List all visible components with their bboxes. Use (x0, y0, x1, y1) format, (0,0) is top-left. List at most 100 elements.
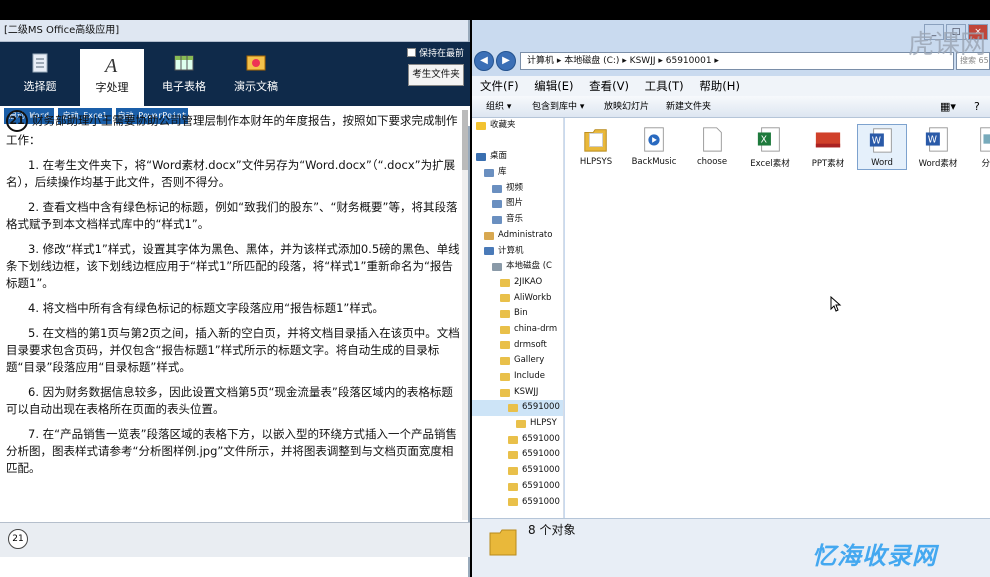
help-icon[interactable]: ? (974, 96, 980, 118)
slideshow-button[interactable]: 放映幻灯片 (604, 96, 649, 118)
back-arrow-icon: ◀ (480, 55, 488, 66)
tree-item[interactable]: 收藏夹 (472, 118, 563, 134)
folder-icon (508, 482, 518, 491)
svg-text:W: W (872, 136, 881, 147)
tree-item-label: KSWJJ (514, 386, 539, 397)
menu-help[interactable]: 帮助(H) (699, 79, 740, 93)
tree-item[interactable]: AliWorkb (472, 291, 563, 307)
tree-item[interactable]: 6591000 (472, 447, 563, 463)
tree-item[interactable]: 视频 (472, 181, 563, 197)
back-button[interactable]: ◀ (474, 51, 494, 71)
file-list[interactable]: HLPSYS BackMusic choose X Excel素材 PPT素材 W Word W… (565, 118, 990, 518)
tree-item[interactable] (472, 134, 563, 150)
tree-item[interactable]: 6591000 (472, 479, 563, 495)
lib-icon (492, 184, 502, 193)
tree-item[interactable]: KSWJJ (472, 385, 563, 401)
lib-icon (484, 168, 494, 177)
tree-item[interactable]: 库 (472, 165, 563, 181)
tree-item[interactable]: drmsoft (472, 338, 563, 354)
excel-file-icon: X (757, 127, 780, 152)
tree-item[interactable]: 6591000 (472, 432, 563, 448)
view-options-icon[interactable]: ▦▾ (940, 96, 956, 118)
word-file-icon: W (925, 127, 948, 152)
menu-file[interactable]: 文件(F) (480, 79, 519, 93)
folder-icon (508, 498, 518, 507)
question-scrollbar[interactable] (462, 110, 468, 520)
file-item[interactable]: 分析 (965, 124, 990, 170)
tree-item-label: 视频 (506, 182, 524, 193)
keep-on-top[interactable]: 保持在最前 (406, 46, 464, 59)
user-icon (484, 231, 494, 240)
tree-item[interactable]: china-drm (472, 322, 563, 338)
tree-item[interactable]: HLPSY (472, 416, 563, 432)
svg-text:W: W (928, 135, 937, 146)
file-item[interactable]: choose (687, 124, 737, 170)
tree-item[interactable]: 6591000 (472, 400, 563, 417)
file-item-label: Word (871, 158, 893, 168)
spreadsheet-icon (174, 55, 194, 71)
tree-item[interactable]: 图片 (472, 196, 563, 212)
tree-item[interactable]: 2JIKAO (472, 275, 563, 291)
question-intro-paragraph: 21 财务部助理小王需要协助公司管理层制作本财年的年度报告，按照如下要求完成制作工… (6, 110, 462, 149)
file-item-label: 分析 (981, 159, 990, 169)
image-file-icon (980, 127, 990, 152)
tree-item-label: 音乐 (506, 214, 524, 225)
exam-nav-bar: 选择题 A 字处理 电子表格 演示文稿 保持在最前 考生文件夹 (0, 42, 470, 106)
folder-icon (508, 435, 518, 444)
object-count: 8 个对象 (528, 523, 576, 537)
file-item[interactable]: W Word (857, 124, 907, 170)
navigation-pane[interactable]: 收藏夹桌面库视频图片音乐 Administrato 计算机 本地磁盘 (C 2JIKAO… (472, 118, 564, 518)
folder-icon (500, 357, 510, 366)
address-bar[interactable]: 计算机 ▸ 本地磁盘 (C:) ▸ KSWJJ ▸ 65910001 ▸ (520, 52, 954, 70)
file-item[interactable]: X Excel素材 (745, 124, 795, 170)
question-item: 6. 因为财务数据信息较多，因此设置文档第5页“现金流量表”段落区域内的表格标题… (6, 385, 453, 416)
folder-icon (508, 404, 518, 413)
tree-item[interactable]: Gallery (472, 353, 563, 369)
new-folder-button[interactable]: 新建文件夹 (666, 96, 711, 118)
menu-tools[interactable]: 工具(T) (645, 79, 684, 93)
tree-item[interactable]: 6591000 (472, 463, 563, 479)
keep-on-top-checkbox[interactable] (406, 48, 416, 57)
tree-item[interactable]: 6591000 (472, 495, 563, 511)
file-item-label: HLPSYS (579, 157, 613, 167)
tree-item[interactable]: 本地磁盘 (C (472, 259, 563, 275)
folder-icon (500, 325, 510, 334)
lib-icon (492, 215, 502, 224)
word-process-icon: A (103, 55, 118, 75)
exam-window-title: [二级MS Office高级应用] (0, 20, 468, 42)
desktop-icon (476, 153, 486, 162)
student-folder-button[interactable]: 考生文件夹 (408, 64, 464, 86)
question-item: 3. 修改“样式1”样式，设置其字体为黑色、黑体，并为该样式添加0.5磅的黑色、… (6, 242, 460, 290)
nav-word-process[interactable]: A 字处理 (80, 49, 144, 106)
tree-item-label: 2JIKAO (514, 276, 543, 287)
file-item[interactable]: HLPSYS (571, 124, 621, 170)
tree-item-label: 桌面 (490, 151, 508, 162)
bottom-question-number[interactable]: 21 (8, 529, 28, 549)
question-item: 7. 在“产品销售一览表”段落区域的表格下方，以嵌入型的环绕方式插入一个产品销售… (6, 427, 458, 475)
tree-item[interactable]: Bin (472, 306, 563, 322)
folder-icon (500, 294, 510, 303)
menu-view[interactable]: 查看(V) (589, 79, 629, 93)
include-in-library-button[interactable]: 包含到库中 ▾ (532, 96, 584, 118)
presentation-icon (246, 55, 266, 71)
nav-spreadsheet[interactable]: 电子表格 (152, 48, 216, 106)
menu-edit[interactable]: 编辑(E) (534, 79, 573, 93)
file-item[interactable]: W Word素材 (913, 124, 963, 170)
pc-icon (484, 247, 494, 256)
nav-choice[interactable]: 选择题 (8, 48, 72, 106)
tree-item[interactable]: 桌面 (472, 149, 563, 165)
nav-presentation[interactable]: 演示文稿 (224, 48, 288, 106)
tree-item-label: Include (514, 371, 545, 381)
file-item[interactable]: BackMusic (629, 124, 679, 170)
tree-item[interactable]: Administrato (472, 228, 563, 244)
scrollbar-thumb[interactable] (462, 110, 468, 170)
top-watermark: 虎课网 (907, 30, 986, 60)
nav-word-process-label: 字处理 (95, 81, 129, 94)
forward-button[interactable]: ▶ (496, 51, 516, 71)
tree-item[interactable]: Include (472, 369, 563, 385)
tree-item[interactable]: 计算机 (472, 244, 563, 260)
organize-button[interactable]: 组织 ▾ (486, 96, 511, 118)
tree-item[interactable]: 音乐 (472, 212, 563, 228)
file-item[interactable]: PPT素材 (803, 124, 853, 170)
folder-icon (500, 310, 510, 319)
